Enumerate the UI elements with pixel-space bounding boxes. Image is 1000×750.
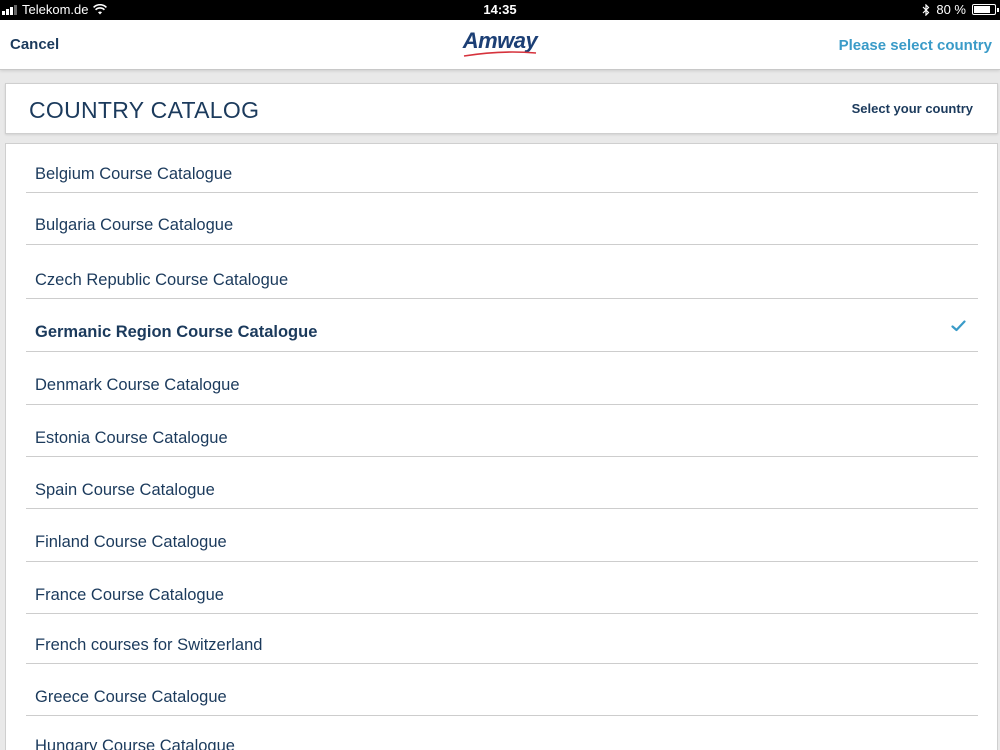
list-item-label: Germanic Region Course Catalogue [35,323,318,341]
list-item[interactable]: Finland Course Catalogue [26,509,978,562]
list-item[interactable]: Spain Course Catalogue [26,457,978,509]
battery-fill [974,6,990,13]
list-item-label: Denmark Course Catalogue [35,376,240,394]
list-item[interactable]: Greece Course Catalogue [26,664,978,716]
status-right: 80 % [922,2,999,17]
status-bar: Telekom.de 14:35 80 % [0,0,1000,20]
header-hint: Select your country [851,101,973,116]
list-item-label: Estonia Course Catalogue [35,429,228,447]
list-item[interactable]: French courses for Switzerland [26,614,978,664]
list-item-label: Bulgaria Course Catalogue [35,216,234,234]
list-item-label: Hungary Course Catalogue [35,737,235,750]
cancel-button[interactable]: Cancel [10,36,59,53]
list-item[interactable]: Estonia Course Catalogue [26,405,978,457]
list-item[interactable]: Belgium Course Catalogue [26,144,978,193]
list-item-label: French courses for Switzerland [35,636,263,654]
battery-icon [972,4,999,15]
catalog-header: COUNTRY CATALOG Select your country [5,83,998,134]
navigation-bar: Cancel Amway Please select country [0,20,1000,70]
battery-percent: 80 % [936,2,966,17]
list-item[interactable]: France Course Catalogue [26,562,978,614]
list-item[interactable]: Czech Republic Course Catalogue [26,245,978,299]
checkmark-icon [951,320,966,332]
list-item-label: Spain Course Catalogue [35,481,215,499]
list-item-label: Czech Republic Course Catalogue [35,271,289,289]
status-time: 14:35 [483,2,517,17]
list-item-label: Greece Course Catalogue [35,688,227,706]
list-item[interactable]: Bulgaria Course Catalogue [26,193,978,245]
logo-swoosh-icon [463,51,536,57]
logo-text: Amway [462,28,538,53]
list-item[interactable]: Denmark Course Catalogue [26,352,978,405]
list-item-label: France Course Catalogue [35,586,224,604]
list-item-label: Belgium Course Catalogue [35,165,233,183]
bluetooth-icon [922,3,930,16]
list-item-label: Finland Course Catalogue [35,533,227,551]
list-item-selected[interactable]: Germanic Region Course Catalogue [26,299,978,352]
list-item[interactable]: Hungary Course Catalogue [26,716,978,750]
page-title: COUNTRY CATALOG [29,97,260,123]
select-country-button[interactable]: Please select country [839,37,992,54]
country-list: Belgium Course Catalogue Bulgaria Course… [5,143,998,750]
